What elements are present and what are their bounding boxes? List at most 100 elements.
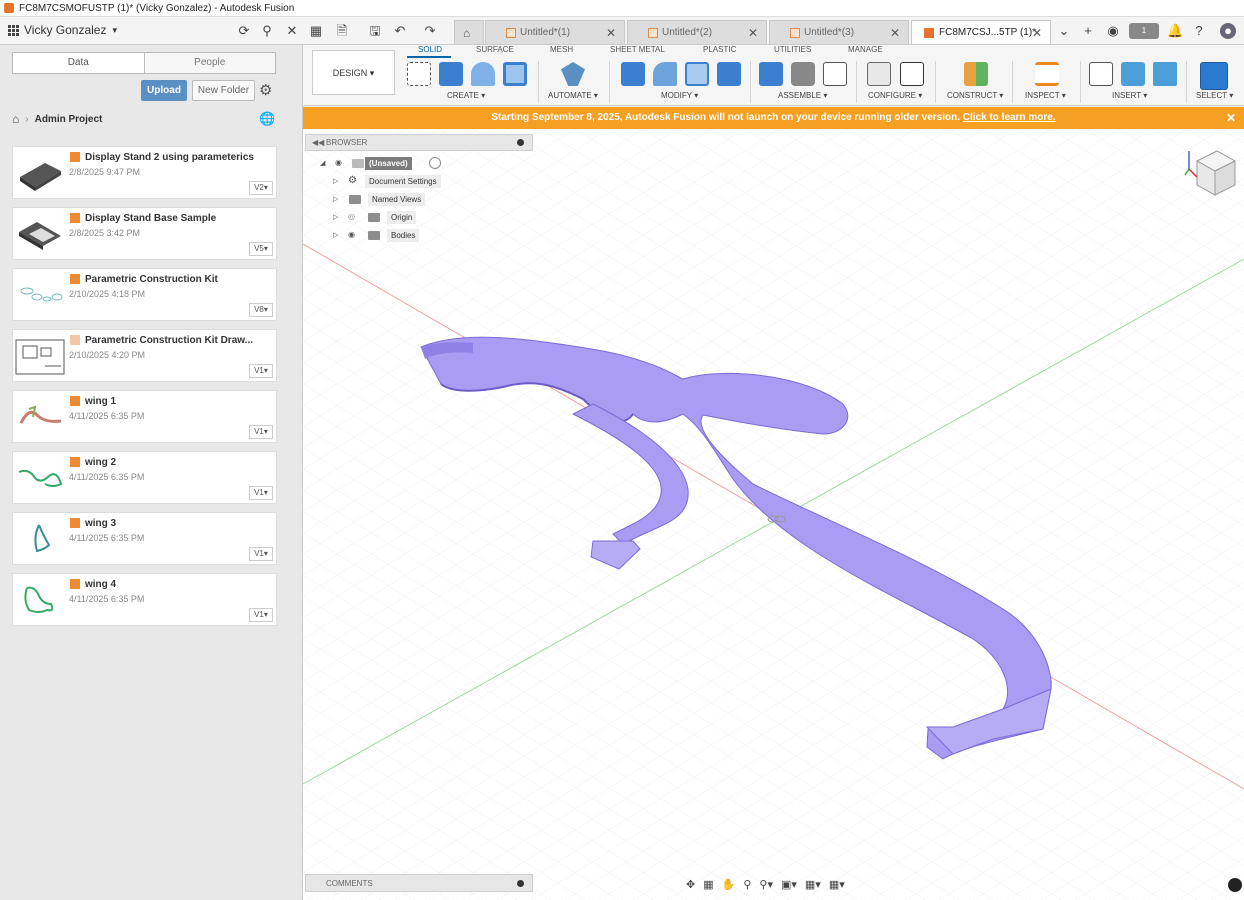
- version-dropdown[interactable]: V1▾: [249, 364, 273, 378]
- version-dropdown[interactable]: V1▾: [249, 425, 273, 439]
- notification-badge[interactable]: 1: [1129, 23, 1159, 39]
- view-cube[interactable]: [1183, 147, 1239, 203]
- redo-icon[interactable]: ↷: [422, 23, 438, 39]
- insert-mesh-icon[interactable]: [1121, 62, 1145, 86]
- save-icon[interactable]: 🖫: [367, 23, 383, 39]
- shell-icon[interactable]: [685, 62, 709, 86]
- upload-button[interactable]: Upload: [141, 80, 187, 101]
- tab-surface[interactable]: SURFACE: [476, 45, 514, 54]
- tab-data[interactable]: Data: [13, 53, 145, 73]
- collapse-icon[interactable]: ◢: [320, 159, 325, 167]
- list-item[interactable]: Parametric Construction Kit Draw... 2/10…: [12, 329, 277, 382]
- eye-hidden-icon[interactable]: ◎: [348, 212, 360, 221]
- version-dropdown[interactable]: V1▾: [249, 547, 273, 561]
- apps-grid-icon[interactable]: [8, 25, 19, 36]
- tab-solid[interactable]: SOLID: [418, 45, 442, 54]
- home-icon[interactable]: ⌂: [12, 112, 19, 126]
- fit-icon[interactable]: ⚲▾: [759, 878, 773, 891]
- group-modify[interactable]: MODIFY ▾: [661, 91, 698, 100]
- refresh-icon[interactable]: ⟳: [236, 23, 252, 39]
- group-inspect[interactable]: INSPECT ▾: [1025, 91, 1066, 100]
- browser-root[interactable]: ◢ ◉ (Unsaved): [305, 155, 533, 172]
- close-icon[interactable]: ✕: [748, 26, 758, 40]
- list-item[interactable]: Parametric Construction Kit 2/10/2025 4:…: [12, 268, 277, 321]
- bell-icon[interactable]: 🔔: [1167, 23, 1183, 39]
- configure-icon[interactable]: [867, 62, 891, 86]
- automate-icon[interactable]: [561, 62, 585, 86]
- close-icon[interactable]: ✕: [606, 26, 616, 40]
- version-dropdown[interactable]: V5▾: [249, 242, 273, 256]
- panel-options-icon[interactable]: [517, 139, 524, 146]
- close-icon[interactable]: ✕: [1032, 26, 1042, 40]
- list-item[interactable]: Display Stand 2 using parameterics 2/8/2…: [12, 146, 277, 199]
- measure-icon[interactable]: [1035, 62, 1059, 86]
- select-icon[interactable]: [1200, 62, 1228, 90]
- banner-link[interactable]: Click to learn more.: [963, 112, 1056, 123]
- close-icon[interactable]: ✕: [890, 26, 900, 40]
- new-folder-button[interactable]: New Folder: [192, 80, 255, 101]
- viewports-icon[interactable]: ▦▾: [829, 878, 845, 891]
- undo-icon[interactable]: ↶: [392, 23, 408, 39]
- search-icon[interactable]: ⚲: [259, 23, 275, 39]
- tab-sheet-metal[interactable]: SHEET METAL: [610, 45, 665, 54]
- fillet-icon[interactable]: [653, 62, 677, 86]
- workspace-switcher[interactable]: DESIGN ▾: [312, 50, 395, 95]
- new-component-icon[interactable]: [759, 62, 783, 86]
- avatar[interactable]: ●: [1220, 23, 1236, 39]
- panel-options-icon[interactable]: [517, 880, 524, 887]
- comments-panel[interactable]: COMMENTS: [305, 874, 533, 892]
- browser-item-bodies[interactable]: ▷ ◉ Bodies: [305, 227, 533, 244]
- grid-menu-icon[interactable]: ▦: [308, 23, 324, 39]
- joint-icon[interactable]: [791, 62, 815, 86]
- gear-icon[interactable]: ⚙: [259, 81, 272, 99]
- browser-item-named-views[interactable]: ▷ Named Views: [305, 191, 533, 208]
- breadcrumb-project[interactable]: Admin Project: [35, 114, 103, 125]
- list-item[interactable]: wing 4 4/11/2025 6:35 PM V1▾: [12, 573, 277, 626]
- version-dropdown[interactable]: V8▾: [249, 303, 273, 317]
- feedback-icon[interactable]: [1228, 878, 1242, 892]
- offset-plane-icon[interactable]: [964, 62, 988, 86]
- browser-header[interactable]: ◀◀ BROWSER: [305, 134, 533, 151]
- tab-untitled-1[interactable]: Untitled*(1) ✕: [485, 20, 625, 44]
- group-insert[interactable]: INSERT ▾: [1112, 91, 1147, 100]
- display-settings-icon[interactable]: ▣▾: [781, 878, 797, 891]
- browser-item-origin[interactable]: ▷ ◎ Origin: [305, 209, 533, 226]
- group-construct[interactable]: CONSTRUCT ▾: [947, 91, 1003, 100]
- tab-plastic[interactable]: PLASTIC: [703, 45, 736, 54]
- grid-settings-icon[interactable]: ▦▾: [805, 878, 821, 891]
- tab-overflow-icon[interactable]: ⌄: [1056, 23, 1072, 39]
- eye-icon[interactable]: ◉: [335, 158, 347, 167]
- user-menu[interactable]: Vicky Gonzalez ▾: [8, 23, 117, 37]
- list-item[interactable]: wing 2 4/11/2025 6:35 PM V1▾: [12, 451, 277, 504]
- file-menu-icon[interactable]: 🗎: [334, 23, 350, 39]
- tab-active-document[interactable]: FC8M7CSJ...5TP (1)* ✕: [911, 20, 1051, 44]
- expand-icon[interactable]: ▷: [333, 213, 338, 221]
- group-select[interactable]: SELECT ▾: [1196, 91, 1233, 100]
- expand-icon[interactable]: ▷: [333, 177, 338, 185]
- tab-mesh[interactable]: MESH: [550, 45, 573, 54]
- job-status-icon[interactable]: ◉: [1105, 23, 1121, 39]
- tab-untitled-2[interactable]: Untitled*(2) ✕: [627, 20, 767, 44]
- tab-untitled-3[interactable]: Untitled*(3) ✕: [769, 20, 909, 44]
- version-dropdown[interactable]: V1▾: [249, 486, 273, 500]
- joint-table-icon[interactable]: [823, 62, 847, 86]
- browser-item-document-settings[interactable]: ▷ ⚙ Document Settings: [305, 173, 533, 190]
- radio-active-icon[interactable]: [429, 157, 441, 169]
- close-panel-icon[interactable]: ✕: [284, 23, 300, 39]
- version-dropdown[interactable]: V2▾: [249, 181, 273, 195]
- close-icon[interactable]: ✕: [1226, 107, 1236, 129]
- new-tab-icon[interactable]: +: [1080, 23, 1096, 39]
- insert-canvas-icon[interactable]: [1153, 62, 1177, 86]
- pan-icon[interactable]: ✋: [722, 878, 736, 891]
- list-item[interactable]: wing 3 4/11/2025 6:35 PM V1▾: [12, 512, 277, 565]
- group-automate[interactable]: AUTOMATE ▾: [548, 91, 598, 100]
- expand-icon[interactable]: ▷: [333, 195, 338, 203]
- help-icon[interactable]: ?: [1191, 23, 1207, 39]
- list-item[interactable]: wing 1 4/11/2025 6:35 PM V1▾: [12, 390, 277, 443]
- press-pull-icon[interactable]: [621, 62, 645, 86]
- orbit-icon[interactable]: ✥: [686, 878, 695, 891]
- home-tab[interactable]: ⌂: [454, 20, 484, 44]
- create-sketch-icon[interactable]: [407, 62, 431, 86]
- configure-table-icon[interactable]: [900, 62, 924, 86]
- hole-icon[interactable]: [503, 62, 527, 86]
